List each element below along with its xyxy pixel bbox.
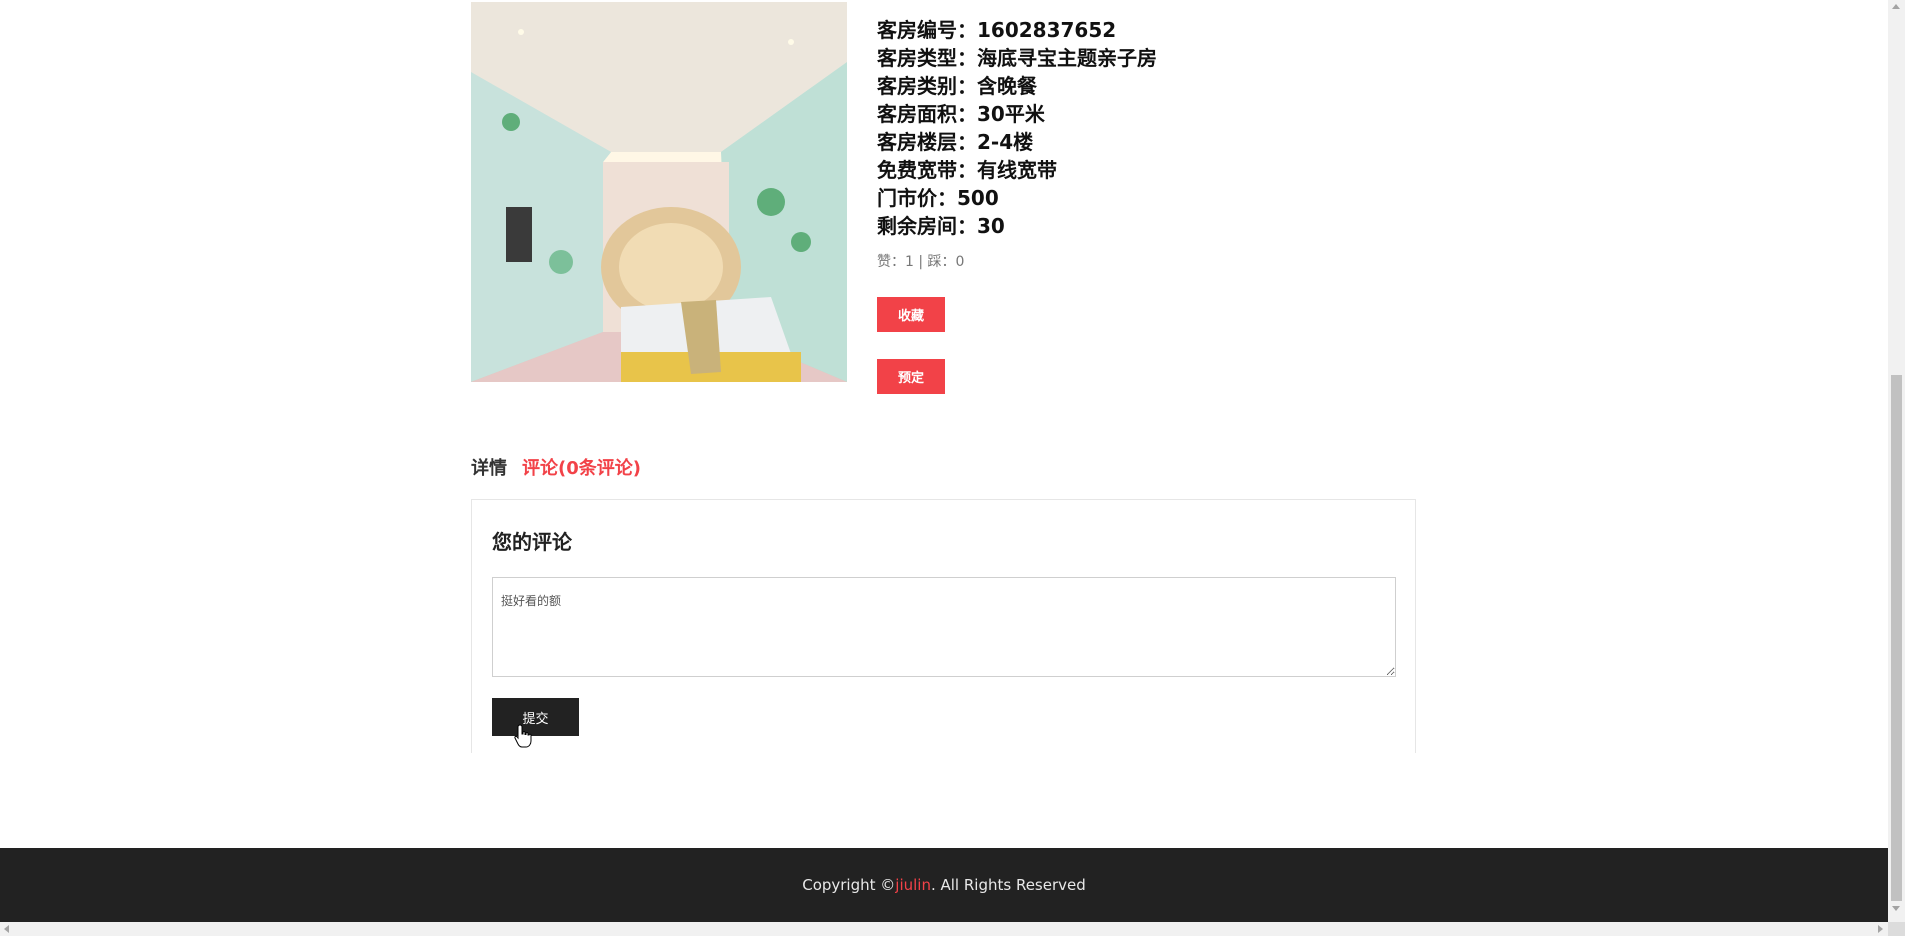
favorite-button[interactable]: 收藏 (877, 297, 945, 332)
copyright-suffix: . All Rights Reserved (930, 876, 1086, 894)
rooms-remaining: 剩余房间：30 (877, 214, 1005, 238)
room-type: 客房类型：海底寻宝主题亲子房 (877, 46, 1157, 70)
room-floor: 客房楼层：2-4楼 (877, 130, 1034, 154)
vertical-scrollbar[interactable] (1888, 0, 1905, 922)
scrollbar-corner (1888, 922, 1905, 936)
scroll-up-arrow-icon[interactable] (1892, 4, 1900, 9)
review-input[interactable]: 挺好看的额 (492, 577, 1396, 677)
vote-counts[interactable]: 赞：1 | 踩：0 (877, 251, 964, 271)
room-category: 客房类别：含晚餐 (877, 74, 1037, 98)
room-number: 客房编号：1602837652 (877, 18, 1117, 42)
scroll-left-arrow-icon[interactable] (4, 925, 9, 933)
submit-button[interactable]: 提交 (492, 698, 579, 736)
scroll-down-arrow-icon[interactable] (1892, 906, 1900, 911)
review-panel: 您的评论 挺好看的额 提交 (471, 499, 1416, 753)
room-price: 门市价：500 (877, 186, 999, 210)
page: 客房编号：1602837652 客房类型：海底寻宝主题亲子房 客房类别：含晚餐 … (0, 0, 1888, 922)
book-button[interactable]: 预定 (877, 359, 945, 394)
copyright-prefix: Copyright © (802, 876, 896, 894)
hand-cursor-icon (514, 724, 532, 748)
horizontal-scrollbar[interactable] (0, 922, 1888, 936)
room-broadband: 免费宽带：有线宽带 (877, 158, 1057, 182)
room-photo (471, 2, 847, 382)
room-info: 客房编号：1602837652 客房类型：海底寻宝主题亲子房 客房类别：含晚餐 … (877, 16, 1157, 240)
content-tabs: 详情 评论(0条评论) (471, 454, 641, 480)
scroll-right-arrow-icon[interactable] (1878, 925, 1883, 933)
tab-details[interactable]: 详情 (471, 454, 507, 480)
footer: Copyright © jiulin. All Rights Reserved (0, 848, 1888, 922)
vertical-scroll-thumb[interactable] (1891, 375, 1902, 901)
room-area: 客房面积：30平米 (877, 102, 1045, 126)
room-photo-illustration (471, 2, 847, 382)
review-title: 您的评论 (492, 530, 572, 554)
brand-link[interactable]: jiulin (895, 876, 931, 894)
tab-comments[interactable]: 评论(0条评论) (522, 454, 641, 480)
